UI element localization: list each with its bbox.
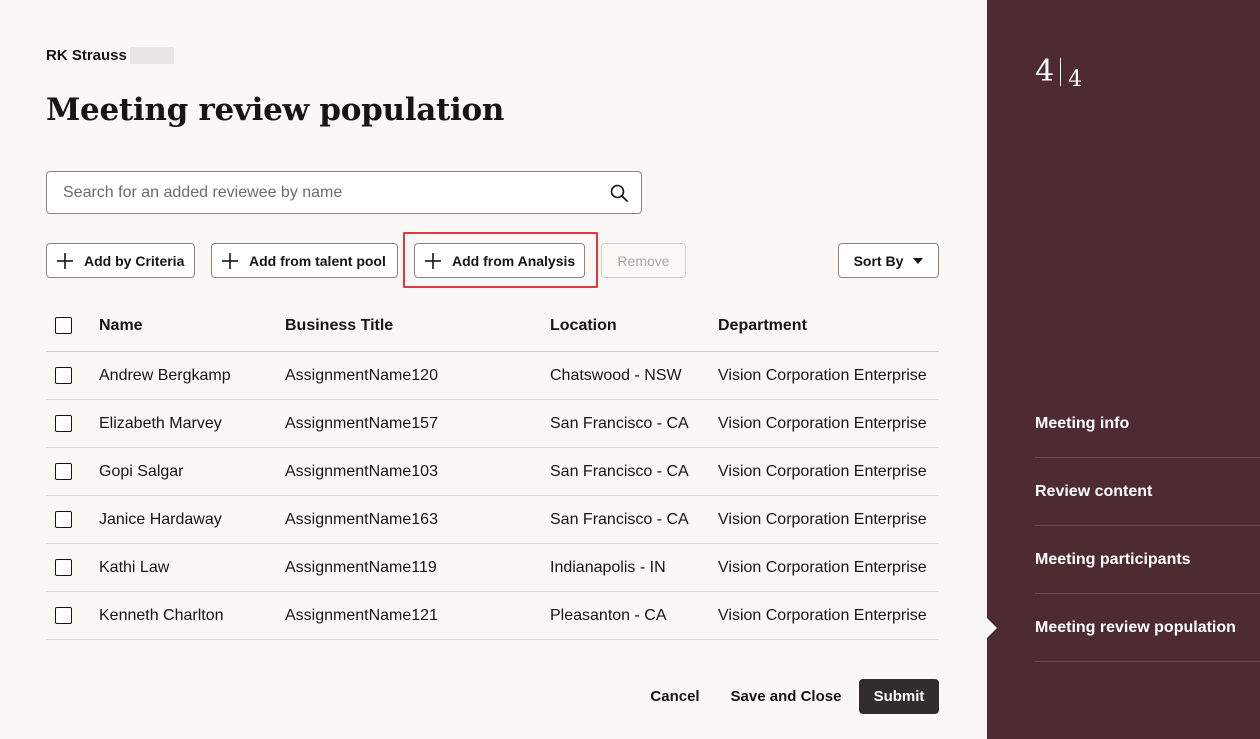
cell-name: Janice Hardaway	[99, 510, 222, 528]
meeting-owner: RK Strauss	[46, 47, 174, 64]
sort-by-label: Sort By	[853, 252, 904, 269]
add-from-talent-pool-label: Add from talent pool	[249, 252, 386, 269]
column-header-location[interactable]: Location	[550, 300, 617, 351]
cell-location: San Francisco - CA	[550, 462, 689, 480]
add-from-analysis-button[interactable]: Add from Analysis	[414, 243, 585, 278]
cell-location: San Francisco - CA	[550, 414, 689, 432]
table-row[interactable]: Gopi Salgar AssignmentName103 San Franci…	[46, 448, 939, 496]
step-divider	[1060, 58, 1062, 86]
add-from-talent-pool-button[interactable]: Add from talent pool	[211, 243, 398, 278]
add-from-analysis-label: Add from Analysis	[452, 252, 576, 269]
step-navigation: Meeting info Review content Meeting part…	[1035, 390, 1260, 662]
cell-name: Kathi Law	[99, 558, 170, 576]
caret-down-icon	[913, 257, 924, 264]
redacted-text	[129, 47, 174, 64]
table-row[interactable]: Janice Hardaway AssignmentName163 San Fr…	[46, 496, 939, 544]
remove-button[interactable]: Remove	[601, 243, 686, 278]
table-row[interactable]: Kathi Law AssignmentName119 Indianapolis…	[46, 544, 939, 592]
step-meeting-participants[interactable]: Meeting participants	[1035, 526, 1260, 594]
cell-business-title: AssignmentName121	[285, 606, 438, 624]
search-input[interactable]	[47, 183, 597, 202]
current-step-indicator	[987, 618, 997, 638]
cell-location: Pleasanton - CA	[550, 606, 667, 624]
cell-location: San Francisco - CA	[550, 510, 689, 528]
table-header: Name Business Title Location Department	[46, 300, 939, 352]
cell-business-title: AssignmentName157	[285, 414, 438, 432]
cancel-button[interactable]: Cancel	[645, 679, 705, 714]
sort-by-button[interactable]: Sort By	[838, 243, 939, 278]
page-title: Meeting review population	[46, 92, 505, 128]
row-checkbox[interactable]	[55, 511, 72, 528]
cell-name: Kenneth Charlton	[99, 606, 224, 624]
add-by-criteria-label: Add by Criteria	[84, 252, 185, 269]
cell-department: Vision Corporation Enterprise	[718, 462, 927, 480]
table-row[interactable]: Elizabeth Marvey AssignmentName157 San F…	[46, 400, 939, 448]
cell-department: Vision Corporation Enterprise	[718, 558, 927, 576]
cell-department: Vision Corporation Enterprise	[718, 414, 927, 432]
plus-icon	[221, 252, 239, 270]
cell-name: Andrew Bergkamp	[99, 366, 231, 384]
cell-department: Vision Corporation Enterprise	[718, 606, 927, 624]
cell-business-title: AssignmentName163	[285, 510, 438, 528]
submit-button[interactable]: Submit	[859, 679, 939, 714]
table-row[interactable]: Andrew Bergkamp AssignmentName120 Chatsw…	[46, 352, 939, 400]
step-meeting-info[interactable]: Meeting info	[1035, 390, 1260, 458]
row-checkbox[interactable]	[55, 367, 72, 384]
step-current: 4	[1035, 54, 1055, 89]
reviewee-table: Name Business Title Location Department …	[46, 300, 939, 640]
step-counter: 4 4	[1035, 54, 1083, 93]
cell-department: Vision Corporation Enterprise	[718, 510, 927, 528]
step-review-content[interactable]: Review content	[1035, 458, 1260, 526]
cell-business-title: AssignmentName120	[285, 366, 438, 384]
select-all-checkbox[interactable]	[55, 317, 72, 334]
cell-business-title: AssignmentName103	[285, 462, 438, 480]
cell-location: Indianapolis - IN	[550, 558, 666, 576]
cell-name: Elizabeth Marvey	[99, 414, 222, 432]
row-checkbox[interactable]	[55, 463, 72, 480]
cell-name: Gopi Salgar	[99, 462, 184, 480]
cell-business-title: AssignmentName119	[285, 558, 437, 576]
plus-icon	[424, 252, 442, 270]
cell-department: Vision Corporation Enterprise	[718, 366, 927, 384]
save-and-close-button[interactable]: Save and Close	[730, 679, 842, 714]
row-checkbox[interactable]	[55, 559, 72, 576]
plus-icon	[56, 252, 74, 270]
search-icon[interactable]	[597, 173, 641, 213]
search-box[interactable]	[46, 171, 642, 214]
main-panel: RK Strauss Meeting review population Add…	[0, 0, 987, 739]
cell-location: Chatswood - NSW	[550, 366, 682, 384]
column-header-department[interactable]: Department	[718, 300, 807, 351]
step-meeting-review-population[interactable]: Meeting review population	[1035, 594, 1260, 662]
add-by-criteria-button[interactable]: Add by Criteria	[46, 243, 195, 278]
column-header-business-title[interactable]: Business Title	[285, 300, 393, 351]
step-total: 4	[1068, 67, 1083, 92]
owner-name: RK Strauss	[46, 47, 127, 64]
row-checkbox[interactable]	[55, 607, 72, 624]
column-header-name[interactable]: Name	[99, 300, 143, 351]
table-row[interactable]: Kenneth Charlton AssignmentName121 Pleas…	[46, 592, 939, 640]
row-checkbox[interactable]	[55, 415, 72, 432]
